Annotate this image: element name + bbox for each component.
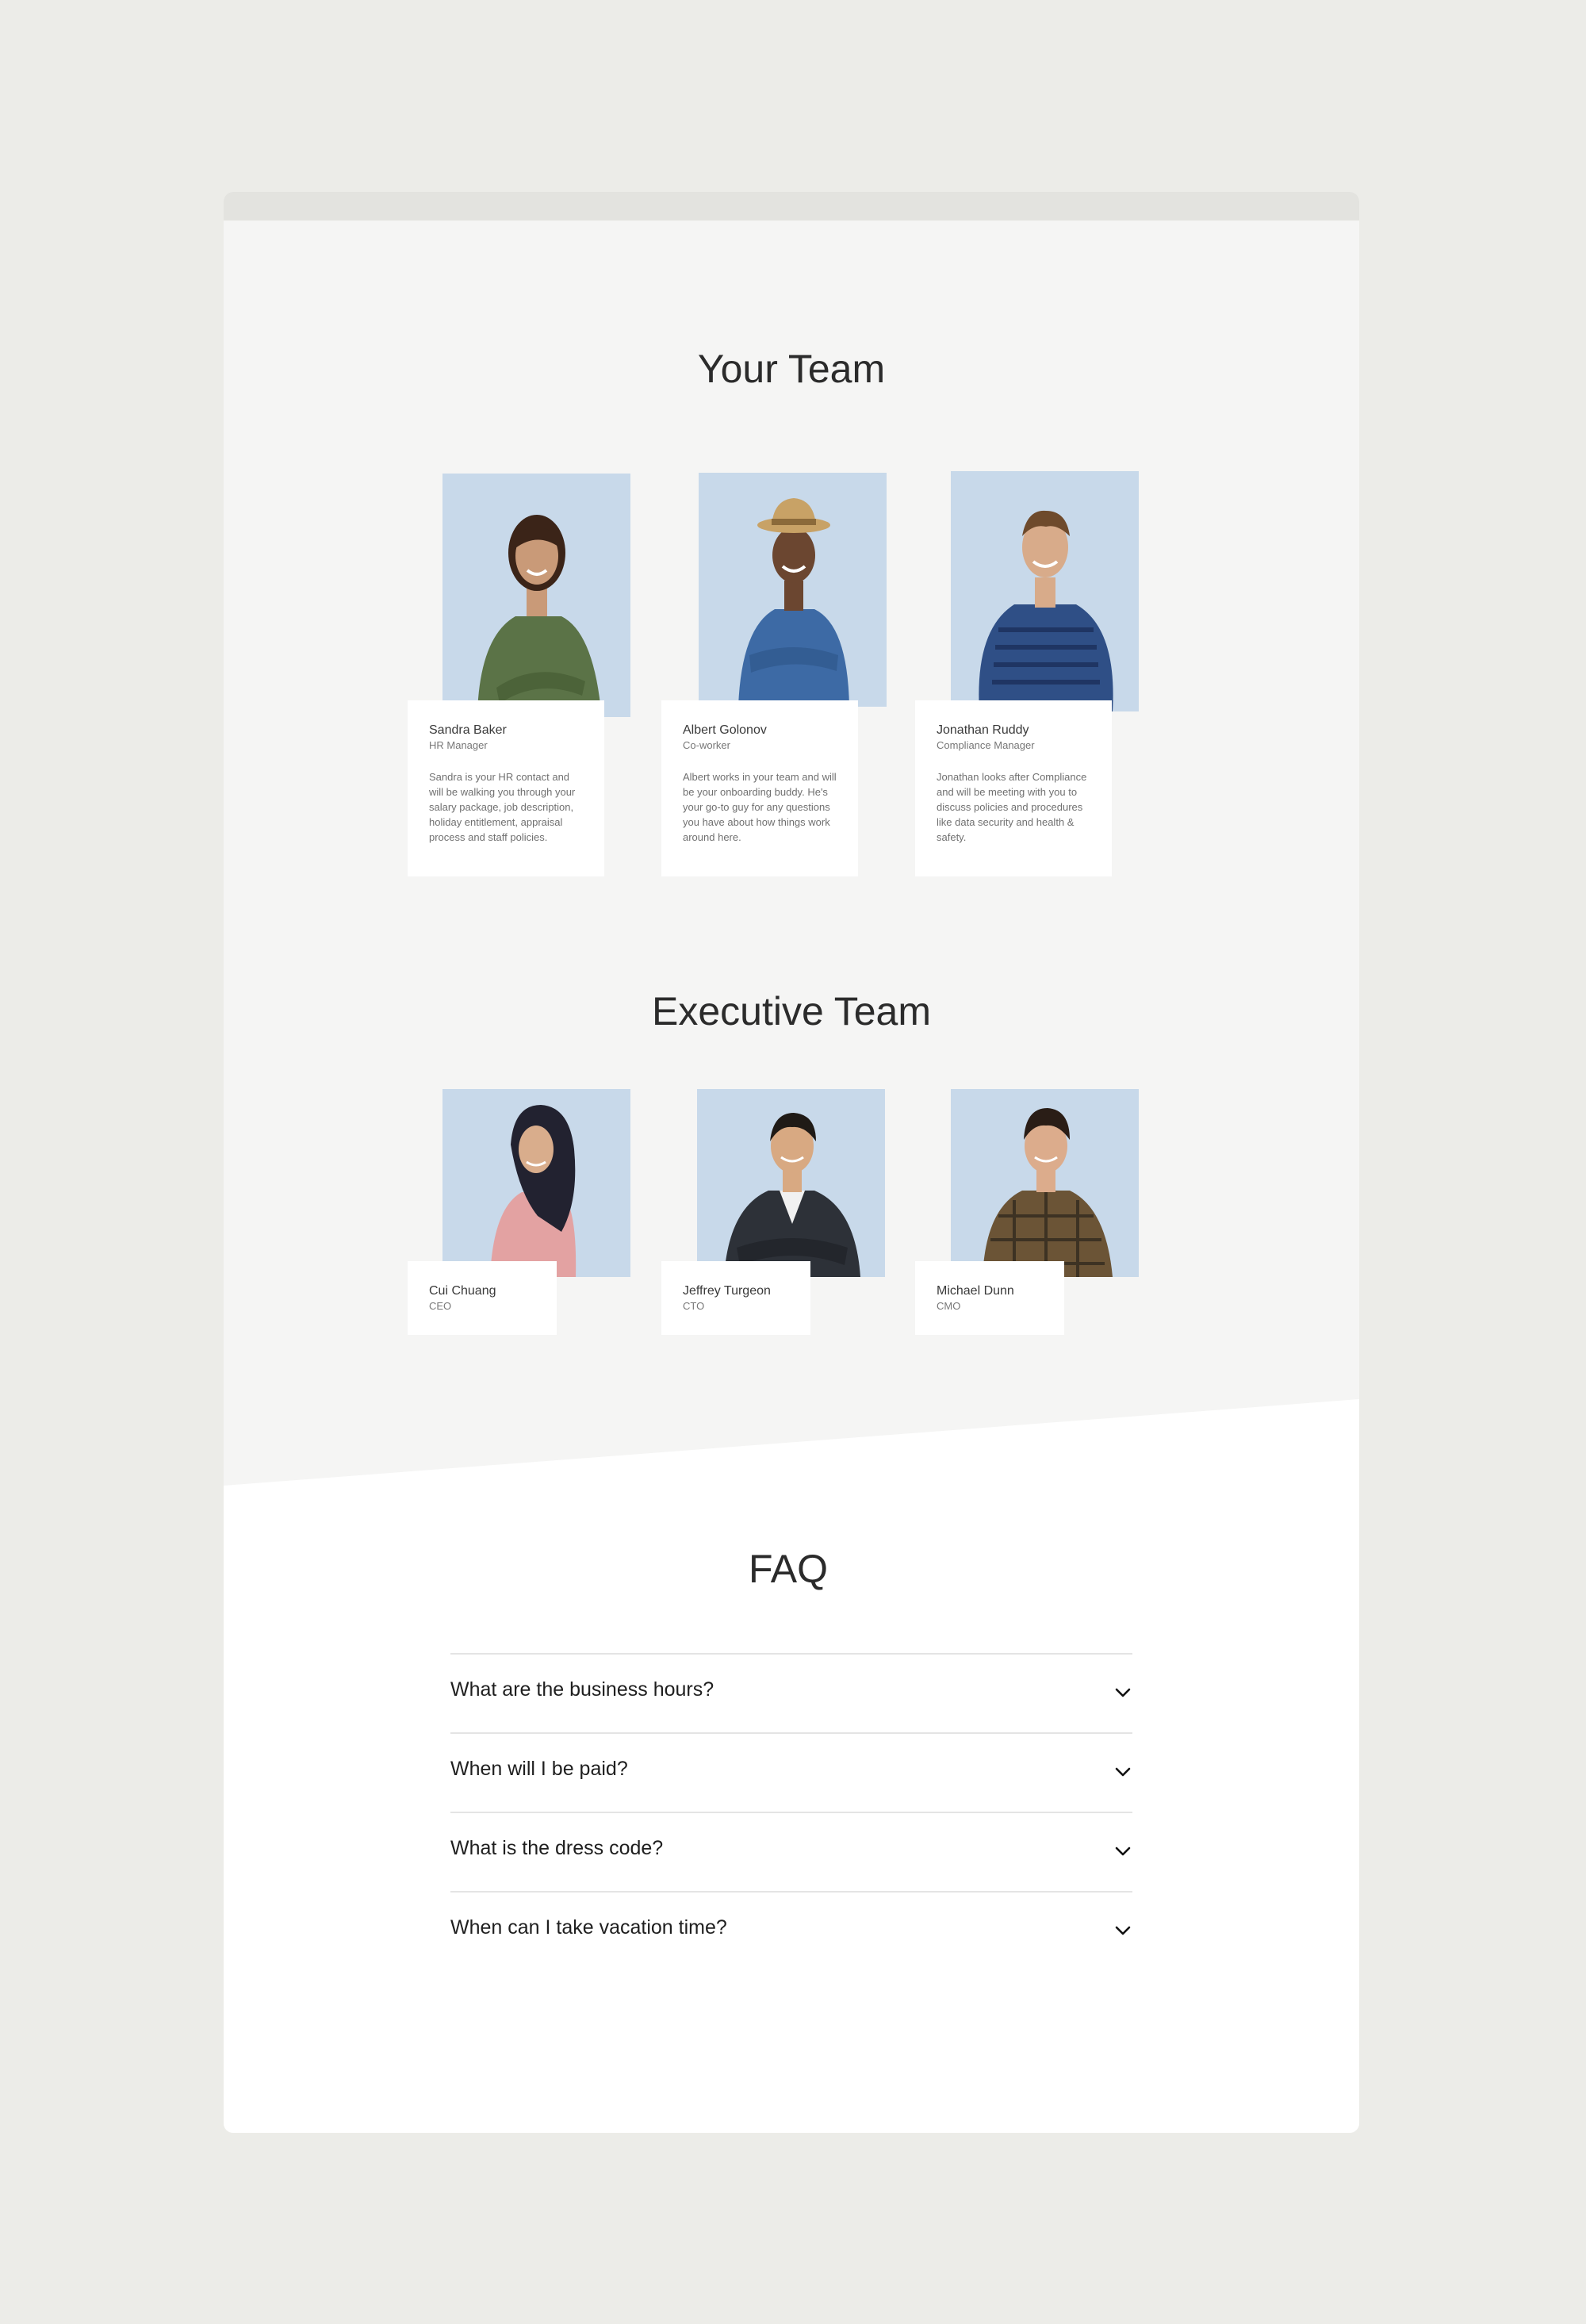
executive-card-michael[interactable]: Michael Dunn CMO: [915, 1261, 1064, 1335]
faq-question: When will I be paid?: [450, 1758, 628, 1780]
executive-role: CMO: [937, 1300, 961, 1312]
team-member-bio: Sandra is your HR contact and will be wa…: [429, 771, 576, 843]
chevron-down-icon[interactable]: [1113, 1842, 1132, 1861]
chevron-down-icon[interactable]: [1113, 1683, 1132, 1702]
faq-title: FAQ: [748, 1547, 829, 1591]
faq-item[interactable]: When can I take vacation time?: [450, 1891, 1132, 1970]
page-frame: Your Team Sandra Baker HR Manager Sandra…: [224, 192, 1359, 2133]
executive-card-cui[interactable]: Cui Chuang CEO: [408, 1261, 557, 1335]
executive-role: CEO: [429, 1300, 452, 1312]
team-member-name: Albert Golonov: [683, 723, 767, 737]
faq-item[interactable]: What are the business hours?: [450, 1653, 1132, 1732]
team-member-card-sandra[interactable]: Sandra Baker HR Manager Sandra is your H…: [408, 700, 604, 876]
executive-name: Michael Dunn: [937, 1284, 1014, 1298]
executive-role: CTO: [683, 1300, 705, 1312]
faq-item[interactable]: What is the dress code?: [450, 1812, 1132, 1891]
executive-photo-cui: [442, 1089, 630, 1277]
team-member-card-albert[interactable]: Albert Golonov Co-worker Albert works in…: [661, 700, 858, 876]
team-member-photo-jonathan: [951, 471, 1139, 711]
team-member-role: Compliance Manager: [937, 739, 1035, 751]
executive-photo-jeffrey: [697, 1089, 885, 1277]
team-member-photo-albert: [699, 473, 887, 707]
window-top-bar: [224, 192, 1359, 221]
team-member-bio: Jonathan looks after Compliance and will…: [937, 771, 1087, 843]
team-member-name: Jonathan Ruddy: [937, 723, 1029, 737]
faq-item[interactable]: When will I be paid?: [450, 1732, 1132, 1812]
your-team-title: Your Team: [697, 347, 886, 391]
executive-photo-michael: [951, 1089, 1139, 1277]
team-member-card-jonathan[interactable]: Jonathan Ruddy Compliance Manager Jonath…: [915, 700, 1112, 876]
team-member-bio: Albert works in your team and will be yo…: [683, 771, 837, 843]
executive-team-title: Executive Team: [651, 989, 932, 1034]
executive-name: Jeffrey Turgeon: [683, 1284, 771, 1298]
executive-name: Cui Chuang: [429, 1284, 496, 1298]
team-member-name: Sandra Baker: [429, 723, 507, 737]
team-member-role: Co-worker: [683, 739, 730, 751]
executive-card-jeffrey[interactable]: Jeffrey Turgeon CTO: [661, 1261, 810, 1335]
team-member-role: HR Manager: [429, 739, 488, 751]
chevron-down-icon[interactable]: [1113, 1921, 1132, 1940]
team-member-photo-sandra: [442, 474, 630, 717]
faq-question: When can I take vacation time?: [450, 1916, 727, 1939]
faq-question: What are the business hours?: [450, 1678, 714, 1701]
faq-question: What is the dress code?: [450, 1837, 664, 1859]
chevron-down-icon[interactable]: [1113, 1762, 1132, 1781]
